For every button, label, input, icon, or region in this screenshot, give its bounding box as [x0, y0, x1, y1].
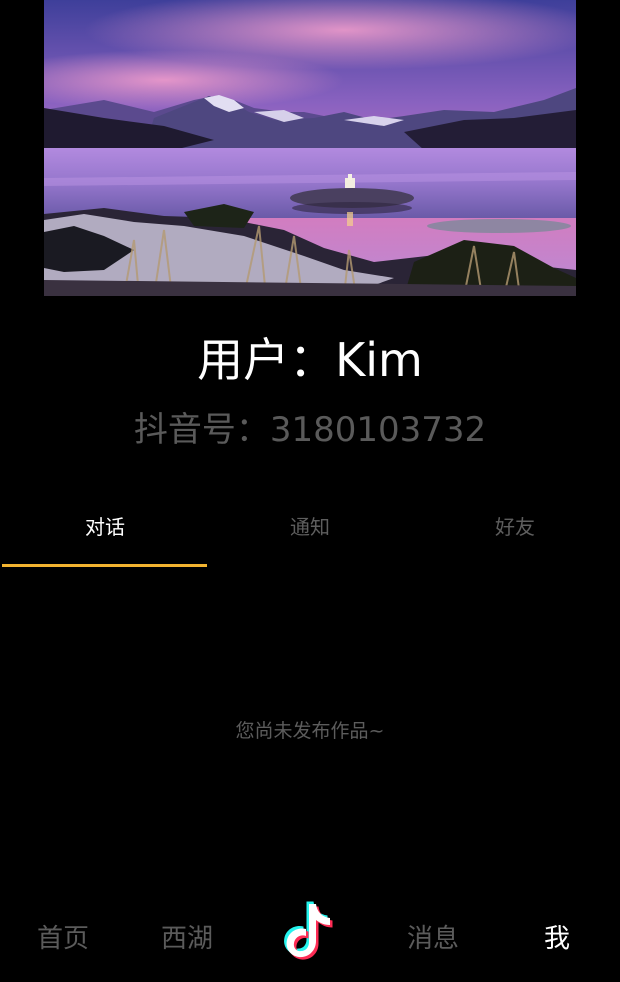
nav-me[interactable]: 我: [507, 914, 607, 964]
tiktok-logo-icon[interactable]: [280, 898, 340, 962]
nav-westlake[interactable]: 西湖: [137, 914, 237, 964]
nav-home[interactable]: 首页: [13, 914, 113, 964]
profile-douyin-id: 抖音号：3180103732: [133, 410, 487, 450]
profile-cover-image: [44, 0, 576, 296]
profile-username: 用户：Kim: [197, 333, 423, 387]
tab-notifications[interactable]: 通知: [207, 500, 413, 556]
active-tab-indicator: [2, 564, 207, 567]
bottom-navigation-bar: 首页 西湖 消息 我: [0, 896, 620, 982]
tab-conversations[interactable]: 对话: [2, 500, 208, 556]
tab-friends[interactable]: 好友: [412, 500, 618, 556]
empty-state-message: 您尚未发布作品~: [235, 720, 385, 742]
nav-messages[interactable]: 消息: [383, 914, 483, 964]
profile-tabs: 对话 通知 好友: [0, 500, 620, 570]
